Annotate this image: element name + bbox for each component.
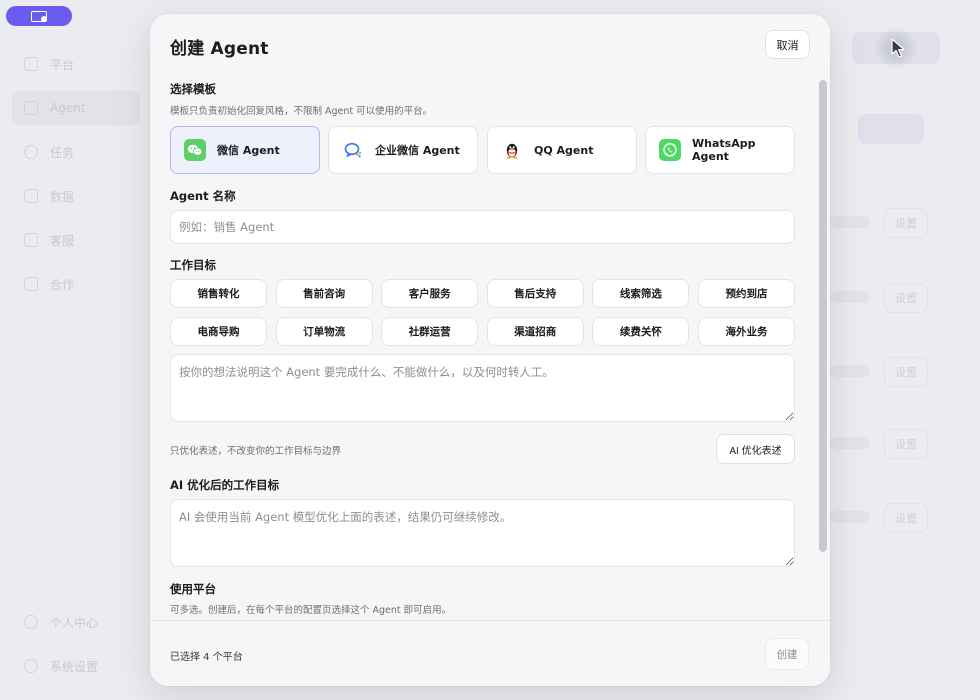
bg-nav-label: 任务 bbox=[50, 145, 75, 160]
bg-table-row: 设置 bbox=[830, 283, 940, 313]
cancel-button[interactable]: 取消 bbox=[765, 30, 810, 59]
background-nav: 平台 Agent 任务 数据 客服 合作 bbox=[12, 46, 140, 310]
optimized-section-title: AI 优化后的工作目标 bbox=[170, 478, 280, 492]
goal-chip[interactable]: 渠道招商 bbox=[486, 317, 584, 346]
goal-chip[interactable]: 社群运营 bbox=[381, 317, 479, 346]
goal-chip[interactable]: 销售转化 bbox=[170, 279, 267, 308]
platform-section-title: 使用平台 bbox=[170, 582, 216, 596]
chart-icon bbox=[24, 189, 38, 203]
wechat-icon bbox=[184, 139, 206, 161]
template-section-desc: 模板只负责初始化回复风格，不限制 Agent 可以使用的平台。 bbox=[170, 106, 433, 117]
bg-nav-label: 系统设置 bbox=[50, 659, 99, 674]
bg-table-row: 设置 bbox=[830, 208, 940, 238]
goal-chip[interactable]: 订单物流 bbox=[275, 317, 373, 346]
bg-row-chip bbox=[830, 291, 870, 303]
gear-icon bbox=[24, 659, 38, 673]
template-section-title: 选择模板 bbox=[170, 82, 216, 96]
bg-row-setting-button[interactable]: 设置 bbox=[884, 429, 928, 459]
bg-nav-label: 数据 bbox=[50, 189, 75, 204]
bg-nav-label: 平台 bbox=[50, 57, 75, 72]
bg-nav-item-profile[interactable]: 个人中心 bbox=[12, 604, 140, 640]
bg-table-row: 设置 bbox=[830, 503, 940, 533]
template-cards: 微信 Agent 企业微信 Agent QQ Agent WhatsApp Ag… bbox=[170, 126, 795, 175]
goal-chip[interactable]: 海外业务 bbox=[698, 317, 795, 346]
goal-chip[interactable]: 续费关怀 bbox=[592, 317, 690, 346]
bg-nav-label: Agent bbox=[50, 101, 86, 115]
goal-section-title: 工作目标 bbox=[170, 258, 216, 272]
mouse-cursor-icon bbox=[890, 38, 908, 58]
bg-row-setting-button[interactable]: 设置 bbox=[884, 503, 928, 533]
template-card-label: 企业微信 Agent bbox=[375, 144, 460, 157]
goal-chip[interactable]: 电商导购 bbox=[170, 317, 267, 346]
user-icon bbox=[24, 615, 38, 629]
template-card-label: 微信 Agent bbox=[217, 144, 280, 157]
create-agent-modal: 创建 Agent 取消 选择模板 模板只负责初始化回复风格，不限制 Agent … bbox=[150, 14, 830, 686]
bg-nav-item-settings[interactable]: 系统设置 bbox=[12, 648, 140, 684]
goal-chip[interactable]: 客户服务 bbox=[381, 279, 479, 308]
bg-row-chip bbox=[830, 437, 870, 449]
bg-row-setting-button[interactable]: 设置 bbox=[884, 357, 928, 387]
bg-nav-label: 客服 bbox=[50, 233, 75, 248]
create-button[interactable]: 创建 bbox=[765, 638, 809, 670]
platform-section-desc: 可多选。创建后，在每个平台的配置页选择这个 Agent 即可启用。 bbox=[170, 605, 452, 616]
goal-chip[interactable]: 售后支持 bbox=[486, 279, 584, 308]
qq-icon bbox=[501, 139, 523, 161]
template-card-label: QQ Agent bbox=[534, 143, 594, 157]
goal-textarea[interactable] bbox=[170, 354, 795, 422]
template-card-qq[interactable]: QQ Agent bbox=[487, 126, 637, 174]
name-section-title: Agent 名称 bbox=[170, 189, 236, 203]
template-card-label: WhatsApp Agent bbox=[692, 137, 756, 163]
bg-batch-button[interactable] bbox=[858, 114, 924, 144]
selected-platforms-status: 已选择 4 个平台 bbox=[170, 652, 243, 663]
modal-title: 创建 Agent bbox=[170, 39, 269, 59]
bg-nav-item-service[interactable]: 客服 bbox=[12, 222, 140, 258]
bg-nav-label: 合作 bbox=[50, 277, 75, 292]
template-card-wecom[interactable]: 企业微信 Agent bbox=[328, 126, 478, 174]
bg-row-setting-button[interactable]: 设置 bbox=[884, 208, 928, 238]
bg-row-chip bbox=[830, 511, 870, 523]
app-logo-icon bbox=[31, 10, 47, 22]
modal-scrollbar[interactable] bbox=[819, 80, 827, 552]
chat-icon bbox=[24, 57, 38, 71]
goal-chip[interactable]: 线索筛选 bbox=[592, 279, 690, 308]
bg-table-row: 设置 bbox=[830, 357, 940, 387]
whatsapp-icon bbox=[659, 139, 681, 161]
goal-chip[interactable]: 售前咨询 bbox=[275, 279, 373, 308]
template-card-whatsapp[interactable]: WhatsApp Agent bbox=[645, 126, 795, 174]
template-card-wechat[interactable]: 微信 Agent bbox=[170, 126, 320, 174]
card-icon bbox=[24, 233, 38, 247]
bg-row-setting-button[interactable]: 设置 bbox=[884, 283, 928, 313]
wecom-icon bbox=[342, 139, 364, 161]
clock-icon bbox=[24, 145, 38, 159]
bg-nav-item-task[interactable]: 任务 bbox=[12, 134, 140, 170]
image-icon bbox=[24, 101, 38, 115]
bg-nav-item-agent[interactable]: Agent bbox=[12, 90, 140, 126]
background-nav-bottom: 个人中心 系统设置 bbox=[12, 604, 140, 692]
background-sidebar: 平台 Agent 任务 数据 客服 合作 个人中心 系统设置 bbox=[0, 0, 140, 700]
bg-nav-item-platform[interactable]: 平台 bbox=[12, 46, 140, 82]
ai-optimize-button[interactable]: AI 优化表述 bbox=[716, 434, 795, 464]
optimize-hint: 只优化表述，不改变你的工作目标与边界 bbox=[170, 446, 342, 457]
bg-nav-item-partner[interactable]: 合作 bbox=[12, 266, 140, 302]
app-logo bbox=[6, 6, 72, 26]
optimized-goal-textarea[interactable] bbox=[170, 499, 795, 567]
bg-table-row: 设置 bbox=[830, 429, 940, 459]
modal-scroll-area[interactable]: 选择模板 模板只负责初始化回复风格，不限制 Agent 可以使用的平台。 微信 … bbox=[150, 76, 830, 620]
bg-row-chip bbox=[830, 365, 870, 377]
modal-footer: 已选择 4 个平台 创建 bbox=[150, 620, 830, 686]
goal-chip[interactable]: 预约到店 bbox=[698, 279, 795, 308]
bg-nav-item-data[interactable]: 数据 bbox=[12, 178, 140, 214]
bg-row-chip bbox=[830, 216, 870, 228]
message-icon bbox=[24, 277, 38, 291]
bg-nav-label: 个人中心 bbox=[50, 615, 99, 630]
agent-name-input[interactable] bbox=[170, 210, 795, 244]
